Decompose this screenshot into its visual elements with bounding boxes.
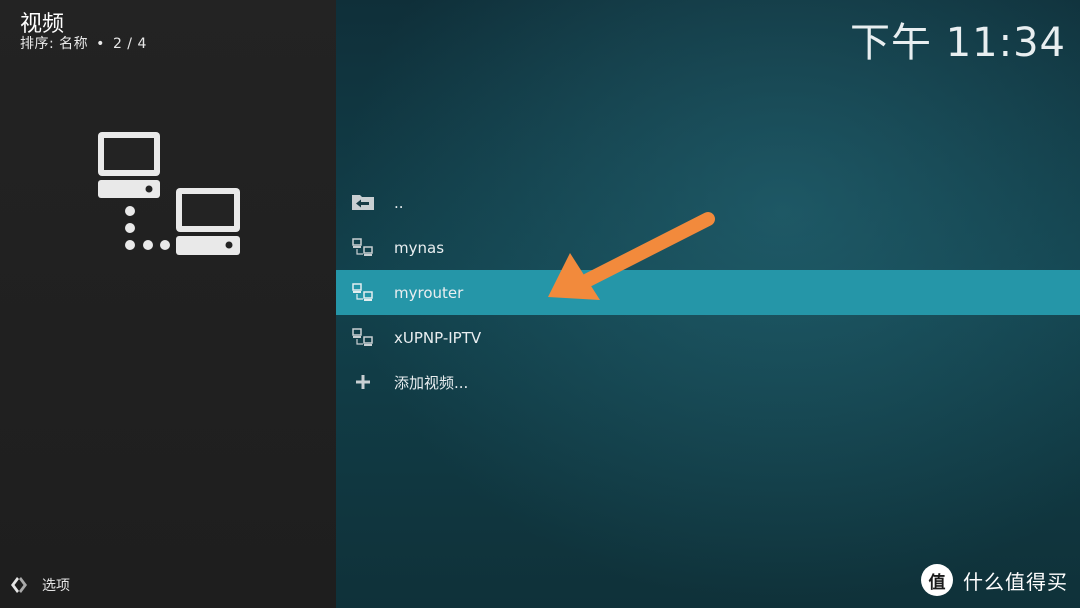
- watermark-text: 什么值得买: [963, 569, 1068, 594]
- annotation-arrow-icon: [548, 212, 715, 300]
- watermark-logo-char: 值: [928, 572, 946, 593]
- network-icon: [352, 238, 373, 256]
- sort-info: 排序: 名称 • 2 / 4: [20, 33, 147, 53]
- list-item-label: mynas: [394, 238, 445, 257]
- list-item-label: 添加视频...: [394, 374, 469, 392]
- list-item-add-video[interactable]: 添加视频...: [336, 360, 1080, 405]
- list-item-label: myrouter: [394, 283, 464, 302]
- watermark: 值 什么值得买: [921, 564, 1068, 596]
- network-illustration-icon: [98, 132, 240, 255]
- watermark-logo: 值: [921, 564, 953, 596]
- list-item-label: ..: [394, 193, 404, 212]
- options-icon: [11, 577, 27, 593]
- options-button[interactable]: 选项: [8, 574, 70, 596]
- page-count: 2 / 4: [112, 36, 147, 52]
- clock: 下午 11:34: [850, 20, 1066, 66]
- options-label: 选项: [42, 578, 70, 594]
- list-item-xupnp-iptv[interactable]: xUPNP-IPTV: [336, 315, 1080, 360]
- left-panel: [0, 0, 336, 608]
- network-icon: [352, 283, 373, 301]
- separator: •: [96, 36, 105, 52]
- plus-icon: [356, 375, 370, 389]
- list-item-label: xUPNP-IPTV: [394, 328, 482, 347]
- network-icon: [352, 328, 373, 346]
- folder-back-icon: [352, 195, 374, 210]
- sort-label: 排序: 名称: [20, 36, 89, 52]
